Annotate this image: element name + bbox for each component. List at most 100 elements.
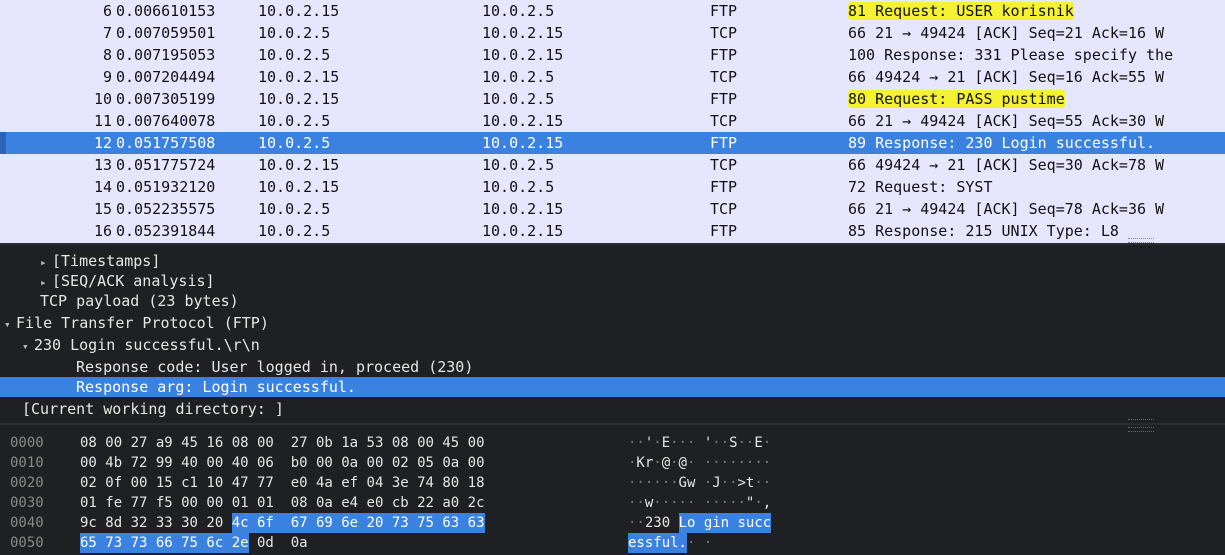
- detail-node[interactable]: [Current working directory: ]: [0, 399, 1225, 419]
- ascii-char[interactable]: ·: [738, 493, 746, 513]
- hex-byte[interactable]: 77: [131, 493, 156, 513]
- hex-byte[interactable]: 00: [80, 453, 105, 473]
- ascii-char[interactable]: ·: [754, 473, 762, 493]
- ascii-char[interactable]: .: [678, 533, 687, 553]
- hex-byte[interactable]: 74: [417, 473, 442, 493]
- detail-node[interactable]: Response code: User logged in, proceed (…: [0, 357, 1225, 377]
- hex-byte[interactable]: b0: [291, 453, 316, 473]
- ascii-char[interactable]: ·: [754, 493, 762, 513]
- ascii-char[interactable]: s: [737, 513, 746, 533]
- hex-byte[interactable]: 47: [232, 473, 257, 493]
- hex-byte[interactable]: 6f: [256, 513, 291, 533]
- hex-row[interactable]: 0000 08 00 27 a9 45 16 08 00 27 0b 1a 53 08 00 45 00 ··'·…: [0, 433, 1225, 453]
- hex-byte[interactable]: 77: [257, 473, 291, 493]
- hex-byte[interactable]: 00: [206, 453, 231, 473]
- ascii-char[interactable]: c: [754, 513, 763, 533]
- ascii-char[interactable]: ·: [712, 493, 720, 513]
- ascii-char[interactable]: ·: [679, 433, 687, 453]
- ascii-char[interactable]: ·: [729, 473, 737, 493]
- ascii-char[interactable]: ·: [636, 433, 644, 453]
- ascii-char[interactable]: J: [712, 473, 720, 493]
- ascii-char[interactable]: ·: [704, 533, 712, 553]
- hex-byte[interactable]: 06: [257, 453, 291, 473]
- hex-byte[interactable]: 00: [468, 453, 485, 473]
- ascii-char[interactable]: ·: [712, 433, 720, 453]
- hex-byte[interactable]: 65: [80, 533, 106, 553]
- ascii-char[interactable]: ·: [754, 453, 762, 473]
- packet-row[interactable]: 16 0.052391844 10.0.2.5 10.0.2.15 FTP 85 Resp…: [0, 220, 1225, 242]
- ascii-char[interactable]: ': [645, 433, 653, 453]
- ascii-char[interactable]: ·: [721, 453, 729, 473]
- ascii-char[interactable]: ·: [679, 493, 687, 513]
- ascii-char[interactable]: ·: [746, 433, 754, 453]
- ascii-char[interactable]: ·: [636, 493, 644, 513]
- hex-byte[interactable]: 2e: [231, 533, 249, 553]
- ascii-char[interactable]: ·: [704, 473, 712, 493]
- ascii-char[interactable]: r: [645, 453, 653, 473]
- ascii-char[interactable]: [729, 513, 738, 533]
- ascii-char[interactable]: ·: [636, 473, 644, 493]
- ascii-char[interactable]: ": [746, 493, 754, 513]
- hex-byte[interactable]: 6c: [206, 533, 232, 553]
- hex-byte[interactable]: 00: [131, 473, 156, 493]
- detail-node[interactable]: TCP payload (23 bytes): [0, 291, 1225, 311]
- ascii-char[interactable]: ·: [628, 513, 636, 533]
- ascii-char[interactable]: ·: [687, 433, 704, 453]
- ascii-char[interactable]: @: [679, 453, 687, 473]
- hex-byte[interactable]: fe: [105, 493, 130, 513]
- hex-byte[interactable]: 15: [156, 473, 181, 493]
- packet-details-tree[interactable]: ▸ [Timestamps] ▸ [SEQ/ACK analysis] TCP payl…: [0, 245, 1225, 423]
- packet-row[interactable]: 7 0.007059501 10.0.2.5 10.0.2.15 TCP 66 21 → …: [0, 22, 1225, 44]
- hex-byte[interactable]: 00: [105, 433, 130, 453]
- hex-byte[interactable]: 00: [367, 453, 392, 473]
- ascii-char[interactable]: u: [661, 533, 670, 553]
- ascii-char[interactable]: ·: [662, 493, 670, 513]
- hex-byte[interactable]: e4: [341, 493, 366, 513]
- splitter-handle[interactable]: [1128, 419, 1154, 423]
- hex-byte[interactable]: 99: [156, 453, 181, 473]
- ascii-char[interactable]: w: [687, 473, 704, 493]
- hex-byte[interactable]: 00: [257, 433, 291, 453]
- ascii-char[interactable]: ·: [636, 513, 644, 533]
- hex-byte[interactable]: 2c: [468, 493, 485, 513]
- hex-byte[interactable]: f5: [156, 493, 181, 513]
- ascii-char[interactable]: ·: [687, 453, 704, 473]
- hex-byte[interactable]: 02: [392, 453, 417, 473]
- hex-byte[interactable]: 0a: [442, 453, 467, 473]
- ascii-char[interactable]: E: [662, 433, 670, 453]
- hex-byte[interactable]: 00: [181, 493, 206, 513]
- hex-byte[interactable]: 1a: [341, 433, 366, 453]
- hex-byte[interactable]: 67: [290, 513, 316, 533]
- hex-byte[interactable]: 01: [257, 493, 291, 513]
- expand-arrow-icon[interactable]: ▸: [40, 253, 52, 273]
- hex-byte[interactable]: 00: [468, 433, 485, 453]
- ascii-char[interactable]: ·: [662, 473, 670, 493]
- hex-byte[interactable]: e0: [367, 493, 392, 513]
- ascii-char[interactable]: ·: [721, 473, 729, 493]
- hex-byte[interactable]: 4c: [231, 513, 257, 533]
- collapse-arrow-icon[interactable]: ▾: [22, 337, 34, 357]
- expand-arrow-icon[interactable]: ▸: [40, 273, 52, 293]
- hex-byte[interactable]: 27: [291, 433, 316, 453]
- hex-row[interactable]: 0030 01 fe 77 f5 00 00 01 01 08 0a e4 e0 cb 22 a0 2c ··w·…: [0, 493, 1225, 513]
- ascii-char[interactable]: 2: [645, 513, 653, 533]
- hex-byte[interactable]: 0f: [105, 473, 130, 493]
- ascii-char[interactable]: >: [738, 473, 746, 493]
- ascii-char[interactable]: ·: [653, 433, 661, 453]
- ascii-char[interactable]: o: [686, 513, 704, 533]
- ascii-char[interactable]: ·: [628, 453, 636, 473]
- hex-byte[interactable]: 18: [468, 473, 485, 493]
- ascii-char[interactable]: ·: [763, 433, 771, 453]
- ascii-char[interactable]: ·: [704, 493, 712, 513]
- ascii-char[interactable]: [670, 513, 678, 533]
- hex-row[interactable]: 0050 65 73 73 66 75 6c 2e 0d 0a essful.· ·: [0, 533, 1225, 553]
- hex-byte[interactable]: 4b: [105, 453, 130, 473]
- hex-byte[interactable]: 69: [315, 513, 342, 533]
- hex-byte[interactable]: 01: [232, 493, 257, 513]
- detail-node[interactable]: Response arg: Login successful.: [0, 377, 1225, 397]
- ascii-char[interactable]: E: [754, 433, 762, 453]
- hex-byte[interactable]: 10: [206, 473, 231, 493]
- packet-list[interactable]: 6 0.006610153 10.0.2.15 10.0.2.5 FTP 81 Reque…: [0, 0, 1225, 243]
- packet-row[interactable]: 15 0.052235575 10.0.2.5 10.0.2.15 TCP 66 21 →…: [0, 198, 1225, 220]
- ascii-char[interactable]: ·: [645, 473, 653, 493]
